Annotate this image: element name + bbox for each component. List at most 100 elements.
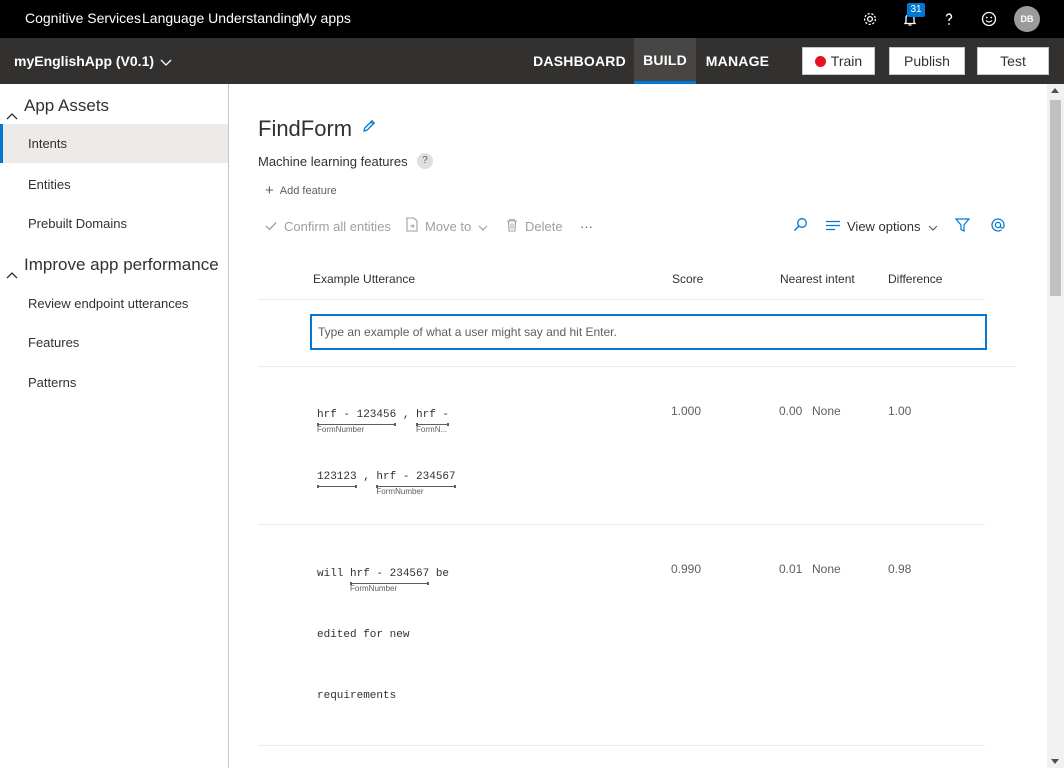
entity-token-text: hrf - 123456	[317, 409, 397, 421]
gear-icon[interactable]	[856, 5, 884, 33]
train-button-label: Train	[830, 53, 863, 69]
view-options-label: View options	[847, 218, 921, 234]
entity-token-text: hrf -	[416, 409, 450, 421]
entity-label: FormNumber	[317, 425, 365, 434]
vertical-scrollbar[interactable]	[1047, 84, 1064, 768]
chevron-down-icon	[478, 219, 495, 234]
entity-token-text: 123123	[317, 471, 357, 483]
entity-underline	[317, 485, 357, 488]
utterance-text: be	[429, 568, 450, 580]
train-status-dot	[814, 56, 826, 67]
train-button[interactable]: Train	[802, 47, 875, 75]
help-icon[interactable]	[935, 5, 963, 33]
entity-mention-button[interactable]	[990, 217, 1013, 235]
filter-button[interactable]	[954, 217, 977, 235]
tab-manage[interactable]: MANAGE	[700, 38, 775, 84]
delete-label: Delete	[525, 218, 563, 234]
sidebar-item-entities[interactable]: Entities	[0, 165, 228, 204]
utterance-line: requirements	[317, 690, 397, 702]
entity-token[interactable]: hrf - FormN...	[416, 409, 450, 434]
search-button[interactable]	[793, 217, 815, 235]
utterance-line: hrf - 123456 FormNumber , hrf - FormN...	[317, 409, 450, 434]
entity-token-text: hrf - 234567	[350, 568, 430, 580]
sidebar: App Assets Intents Entities Prebuilt Dom…	[0, 84, 229, 768]
scroll-down-arrow-icon[interactable]	[1051, 759, 1059, 764]
delete-button[interactable]: Delete	[506, 217, 563, 235]
nearest-score-cell: 0.01	[779, 562, 803, 576]
utterance-input[interactable]	[310, 314, 987, 350]
chevron-down-icon	[160, 39, 172, 85]
test-button[interactable]: Test	[977, 47, 1049, 75]
scroll-up-arrow-icon[interactable]	[1051, 88, 1059, 93]
pencil-icon[interactable]	[361, 118, 377, 139]
question-icon[interactable]: ?	[417, 153, 433, 169]
utterance-line: edited for new	[317, 629, 410, 641]
filter-icon	[954, 217, 977, 235]
divider	[258, 366, 1016, 367]
divider	[258, 745, 985, 746]
utterance-line: 123123 , hrf - 234567 FormNumber	[317, 471, 456, 496]
tab-dashboard[interactable]: DASHBOARD	[530, 38, 629, 84]
view-options-button[interactable]: View options	[826, 217, 945, 235]
sidebar-item-review-endpoint-utterances[interactable]: Review endpoint utterances	[0, 284, 228, 323]
sidebar-item-patterns[interactable]: Patterns	[0, 363, 228, 402]
nearest-intent-cell: None	[812, 404, 841, 418]
main-content: FindForm Machine learning features ? + Ad…	[229, 84, 1047, 768]
utterance-line: will hrf - 234567 FormNumber be	[317, 568, 450, 593]
column-header-difference[interactable]: Difference	[888, 272, 942, 286]
tab-build[interactable]: BUILD	[634, 38, 696, 84]
move-to-label: Move to	[425, 218, 472, 234]
divider	[258, 299, 985, 300]
move-to-button[interactable]: Move to	[406, 217, 495, 235]
smiley-icon[interactable]	[975, 5, 1003, 33]
confirm-all-entities-button[interactable]: Confirm all entities	[265, 217, 391, 235]
entity-label: FormNumber	[376, 487, 424, 496]
column-header-score[interactable]: Score	[672, 272, 703, 286]
nearest-score-cell: 0.00	[779, 404, 803, 418]
sidebar-item-prebuilt-domains[interactable]: Prebuilt Domains	[0, 204, 228, 243]
sidebar-item-intents[interactable]: Intents	[0, 124, 228, 163]
scrollbar-thumb[interactable]	[1050, 100, 1061, 296]
plus-icon: +	[265, 182, 274, 199]
notification-count-badge: 31	[907, 3, 925, 17]
column-header-example-utterance[interactable]: Example Utterance	[313, 272, 415, 286]
score-cell: 1.000	[671, 404, 702, 418]
utterance-text: ,	[356, 471, 377, 483]
app-name: myEnglishApp (V0.1)	[14, 53, 155, 69]
more-options-button[interactable]: ···	[580, 217, 593, 235]
publish-button[interactable]: Publish	[889, 47, 965, 75]
entity-token-text: hrf - 234567	[376, 471, 456, 483]
at-sign-icon	[990, 217, 1013, 236]
utterance-text: ,	[396, 409, 417, 421]
page-title: FindForm	[258, 116, 353, 141]
nav-link-cognitive-services[interactable]: Cognitive Services	[25, 0, 141, 38]
add-feature-label: Add feature	[279, 185, 337, 197]
trash-icon	[506, 218, 525, 235]
entity-token[interactable]: hrf - 234567 FormNumber	[376, 471, 456, 496]
app-selector[interactable]: myEnglishApp (V0.1)	[14, 38, 172, 84]
sidebar-group-app-assets[interactable]: App Assets	[0, 91, 228, 121]
nearest-intent-cell: None	[812, 562, 841, 576]
sidebar-group-label: Improve app performance	[24, 255, 219, 274]
entity-label: FormN...	[416, 425, 448, 434]
entity-token[interactable]: hrf - 123456 FormNumber	[317, 409, 397, 434]
nav-link-my-apps[interactable]: My apps	[298, 0, 351, 38]
avatar[interactable]: DB	[1014, 6, 1040, 32]
confirm-all-label: Confirm all entities	[284, 218, 391, 234]
nav-link-language-understanding[interactable]: Language Understanding	[142, 0, 299, 38]
add-feature-button[interactable]: + Add feature	[265, 182, 337, 199]
utterance-text: will	[317, 568, 351, 580]
entity-token[interactable]: 123123	[317, 471, 357, 488]
app-bar: myEnglishApp (V0.1) DASHBOARD BUILD MANA…	[0, 38, 1064, 84]
chevron-down-icon	[928, 219, 945, 234]
ml-features-title: Machine learning features	[258, 154, 408, 169]
divider	[258, 524, 985, 525]
entity-token[interactable]: hrf - 234567 FormNumber	[350, 568, 430, 593]
sidebar-group-improve-app-performance[interactable]: Improve app performance	[0, 250, 228, 280]
column-header-nearest-intent[interactable]: Nearest intent	[780, 272, 855, 286]
document-icon	[406, 217, 425, 235]
sidebar-item-features[interactable]: Features	[0, 323, 228, 362]
top-navigation-bar: Cognitive Services Language Understandin…	[0, 0, 1064, 38]
search-icon	[793, 217, 815, 235]
score-cell: 0.990	[671, 562, 702, 576]
